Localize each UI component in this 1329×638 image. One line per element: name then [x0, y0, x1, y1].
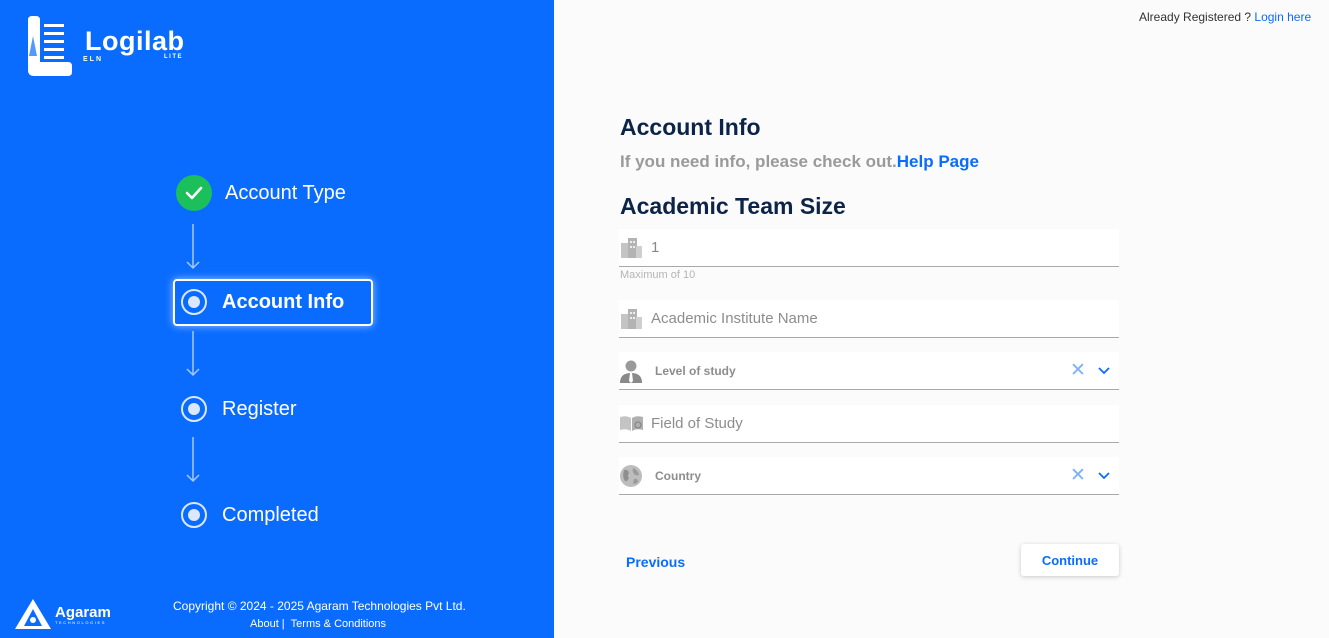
- radio-icon: [181, 289, 207, 315]
- login-link[interactable]: Login here: [1254, 10, 1311, 24]
- step-label: Account Type: [225, 181, 346, 204]
- section-title: Academic Team Size: [620, 193, 846, 219]
- book-icon: [619, 410, 649, 438]
- arrow-down-icon: [186, 224, 200, 270]
- step-label: Completed: [222, 503, 319, 526]
- brand-name: Logilab: [85, 26, 185, 56]
- agaram-logo: Agaram TECHNOLOGIES: [14, 598, 114, 632]
- clear-icon[interactable]: ✕: [1067, 359, 1089, 382]
- radio-icon: [181, 502, 207, 528]
- help-page-link[interactable]: Help Page: [897, 152, 979, 171]
- left-panel: Logilab ELN LITE Account Type Account In…: [0, 0, 554, 638]
- arrow-down-icon: [186, 437, 200, 483]
- already-text: Already Registered ?: [1139, 10, 1252, 24]
- step-account-type[interactable]: Account Type: [176, 175, 346, 211]
- team-size-value: 1: [651, 239, 660, 256]
- building-icon: [619, 234, 649, 262]
- step-register[interactable]: Register: [181, 396, 296, 422]
- field-of-study-input[interactable]: Field of Study: [619, 405, 1119, 443]
- institute-name-input[interactable]: Academic Institute Name: [619, 300, 1119, 338]
- building-icon: [619, 305, 649, 333]
- company-name: Agaram: [55, 604, 111, 621]
- globe-icon: [619, 462, 649, 490]
- previous-button[interactable]: Previous: [626, 554, 685, 570]
- logilab-logo: Logilab ELN LITE: [24, 16, 194, 78]
- agaram-mark-icon: [15, 599, 51, 629]
- clear-icon[interactable]: ✕: [1067, 464, 1089, 487]
- arrow-down-icon: [186, 331, 200, 377]
- page-title: Account Info: [620, 114, 761, 140]
- brand-lite: LITE: [164, 54, 183, 60]
- terms-link[interactable]: Terms & Conditions: [291, 618, 386, 630]
- footer-links: About | Terms & Conditions: [250, 618, 386, 630]
- logo-mark-icon: [28, 16, 72, 76]
- level-of-study-select[interactable]: Level of study ✕: [619, 352, 1119, 390]
- institute-placeholder: Academic Institute Name: [651, 310, 818, 327]
- level-placeholder: Level of study: [655, 363, 736, 378]
- team-size-hint: Maximum of 10: [620, 269, 696, 281]
- field-of-study-placeholder: Field of Study: [651, 415, 743, 432]
- radio-icon: [181, 396, 207, 422]
- already-registered: Already Registered ? Login here: [1139, 10, 1329, 24]
- copyright-text: Copyright © 2024 - 2025 Agaram Technolog…: [173, 599, 466, 613]
- chevron-down-icon[interactable]: [1093, 471, 1115, 480]
- team-size-input[interactable]: 1: [619, 229, 1119, 267]
- brand-eln: ELN: [83, 56, 103, 63]
- step-label: Account Info: [222, 290, 345, 313]
- company-sub: TECHNOLOGIES: [55, 620, 106, 625]
- country-placeholder: Country: [655, 468, 701, 483]
- check-icon: [176, 175, 212, 211]
- country-select[interactable]: Country ✕: [619, 457, 1119, 495]
- chevron-down-icon[interactable]: [1093, 366, 1115, 375]
- step-label: Register: [222, 397, 297, 420]
- about-link[interactable]: About |: [250, 618, 285, 630]
- continue-button[interactable]: Continue: [1021, 544, 1119, 576]
- subtitle-text: If you need info, please check out.: [620, 152, 897, 171]
- person-icon: [619, 357, 649, 385]
- page-subtitle: If you need info, please check out.Help …: [620, 152, 979, 172]
- step-completed[interactable]: Completed: [181, 502, 319, 528]
- step-account-info[interactable]: Account Info: [181, 289, 344, 315]
